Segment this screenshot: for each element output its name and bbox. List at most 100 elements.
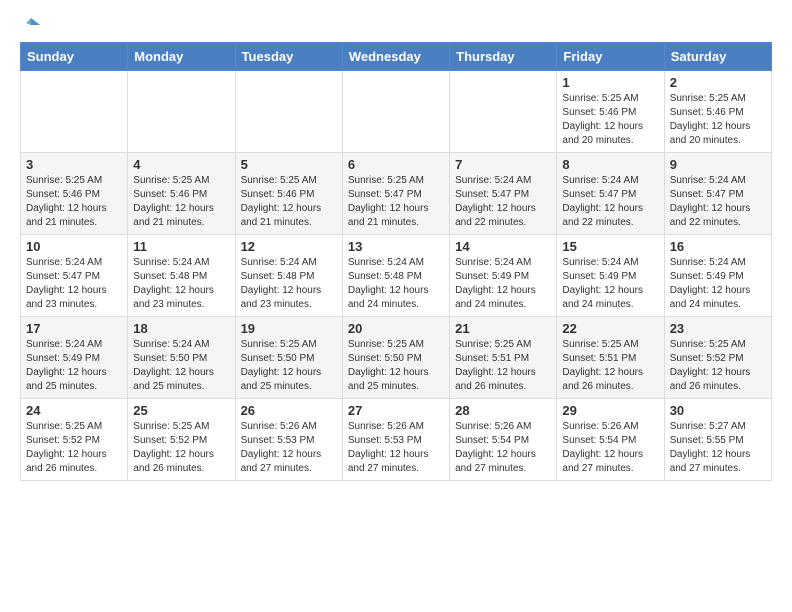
day-cell-26: 26Sunrise: 5:26 AMSunset: 5:53 PMDayligh… <box>235 399 342 481</box>
week-row-3: 10 Sunrise: 5:24 AMSunset: 5:47 PMDayligh… <box>21 235 772 317</box>
day-cell-10: 10 Sunrise: 5:24 AMSunset: 5:47 PMDayligh… <box>21 235 128 317</box>
day-number: 12 <box>241 239 337 254</box>
col-header-tuesday: Tuesday <box>235 43 342 71</box>
week-row-5: 24 Sunrise: 5:25 AMSunset: 5:52 PMDayligh… <box>21 399 772 481</box>
day-info: Sunrise: 5:25 AMSunset: 5:46 PMDaylight:… <box>26 174 122 230</box>
day-info: Sunrise: 5:25 AMSunset: 5:50 PMDaylight:… <box>241 338 337 394</box>
calendar-table: SundayMondayTuesdayWednesdayThursdayFrid… <box>20 42 772 481</box>
day-cell-6: 6Sunrise: 5:25 AMSunset: 5:47 PMDaylight… <box>342 153 449 235</box>
empty-cell <box>21 71 128 153</box>
day-cell-20: 20 Sunrise: 5:25 AMSunset: 5:50 PMDayligh… <box>342 317 449 399</box>
day-info: Sunrise: 5:27 AMSunset: 5:55 PMDaylight:… <box>670 420 766 476</box>
page: SundayMondayTuesdayWednesdayThursdayFrid… <box>0 0 792 501</box>
day-info: Sunrise: 5:24 AMSunset: 5:47 PMDaylight:… <box>455 174 551 230</box>
day-cell-5: 5 Sunrise: 5:25 AMSunset: 5:46 PMDaylight… <box>235 153 342 235</box>
logo-bird-icon <box>22 16 40 34</box>
col-header-monday: Monday <box>128 43 235 71</box>
day-info: Sunrise: 5:25 AMSunset: 5:52 PMDaylight:… <box>670 338 766 394</box>
day-cell-21: 21 Sunrise: 5:25 AMSunset: 5:51 PMDayligh… <box>450 317 557 399</box>
day-info: Sunrise: 5:26 AMSunset: 5:54 PMDaylight:… <box>455 420 551 476</box>
day-info: Sunrise: 5:25 AMSunset: 5:51 PMDaylight:… <box>562 338 658 394</box>
day-number: 24 <box>26 403 122 418</box>
day-number: 29 <box>562 403 658 418</box>
day-number: 3 <box>26 157 122 172</box>
day-info: Sunrise: 5:26 AMSunset: 5:53 PMDaylight:… <box>348 420 444 476</box>
day-info: Sunrise: 5:24 AMSunset: 5:49 PMDaylight:… <box>455 256 551 312</box>
day-info: Sunrise: 5:24 AMSunset: 5:50 PMDaylight:… <box>133 338 229 394</box>
day-info: Sunrise: 5:25 AMSunset: 5:46 PMDaylight:… <box>241 174 337 230</box>
day-number: 21 <box>455 321 551 336</box>
day-number: 13 <box>348 239 444 254</box>
day-number: 20 <box>348 321 444 336</box>
day-info: Sunrise: 5:25 AMSunset: 5:47 PMDaylight:… <box>348 174 444 230</box>
day-info: Sunrise: 5:24 AMSunset: 5:49 PMDaylight:… <box>670 256 766 312</box>
day-number: 8 <box>562 157 658 172</box>
day-info: Sunrise: 5:24 AMSunset: 5:48 PMDaylight:… <box>133 256 229 312</box>
col-header-saturday: Saturday <box>664 43 771 71</box>
empty-cell <box>235 71 342 153</box>
day-cell-13: 13 Sunrise: 5:24 AMSunset: 5:48 PMDayligh… <box>342 235 449 317</box>
day-number: 16 <box>670 239 766 254</box>
day-cell-16: 16 Sunrise: 5:24 AMSunset: 5:49 PMDayligh… <box>664 235 771 317</box>
day-number: 11 <box>133 239 229 254</box>
day-cell-22: 22 Sunrise: 5:25 AMSunset: 5:51 PMDayligh… <box>557 317 664 399</box>
day-info: Sunrise: 5:25 AMSunset: 5:46 PMDaylight:… <box>562 92 658 148</box>
day-number: 26 <box>241 403 337 418</box>
day-number: 5 <box>241 157 337 172</box>
day-cell-4: 4 Sunrise: 5:25 AMSunset: 5:46 PMDaylight… <box>128 153 235 235</box>
day-number: 7 <box>455 157 551 172</box>
header <box>20 16 772 30</box>
day-number: 10 <box>26 239 122 254</box>
day-number: 4 <box>133 157 229 172</box>
day-cell-15: 15 Sunrise: 5:24 AMSunset: 5:49 PMDayligh… <box>557 235 664 317</box>
day-cell-8: 8 Sunrise: 5:24 AMSunset: 5:47 PMDaylight… <box>557 153 664 235</box>
day-cell-2: 2Sunrise: 5:25 AMSunset: 5:46 PMDaylight… <box>664 71 771 153</box>
day-cell-27: 27 Sunrise: 5:26 AMSunset: 5:53 PMDayligh… <box>342 399 449 481</box>
day-number: 17 <box>26 321 122 336</box>
day-number: 23 <box>670 321 766 336</box>
day-cell-17: 17 Sunrise: 5:24 AMSunset: 5:49 PMDayligh… <box>21 317 128 399</box>
week-row-4: 17 Sunrise: 5:24 AMSunset: 5:49 PMDayligh… <box>21 317 772 399</box>
day-cell-24: 24 Sunrise: 5:25 AMSunset: 5:52 PMDayligh… <box>21 399 128 481</box>
day-number: 18 <box>133 321 229 336</box>
col-header-thursday: Thursday <box>450 43 557 71</box>
day-number: 9 <box>670 157 766 172</box>
day-cell-1: 1Sunrise: 5:25 AMSunset: 5:46 PMDaylight… <box>557 71 664 153</box>
week-row-1: 1Sunrise: 5:25 AMSunset: 5:46 PMDaylight… <box>21 71 772 153</box>
day-info: Sunrise: 5:24 AMSunset: 5:47 PMDaylight:… <box>26 256 122 312</box>
day-number: 27 <box>348 403 444 418</box>
day-cell-19: 19 Sunrise: 5:25 AMSunset: 5:50 PMDayligh… <box>235 317 342 399</box>
empty-cell <box>128 71 235 153</box>
day-info: Sunrise: 5:24 AMSunset: 5:49 PMDaylight:… <box>562 256 658 312</box>
day-cell-11: 11 Sunrise: 5:24 AMSunset: 5:48 PMDayligh… <box>128 235 235 317</box>
day-info: Sunrise: 5:25 AMSunset: 5:51 PMDaylight:… <box>455 338 551 394</box>
day-number: 15 <box>562 239 658 254</box>
day-info: Sunrise: 5:24 AMSunset: 5:48 PMDaylight:… <box>348 256 444 312</box>
day-number: 19 <box>241 321 337 336</box>
day-info: Sunrise: 5:24 AMSunset: 5:49 PMDaylight:… <box>26 338 122 394</box>
day-number: 28 <box>455 403 551 418</box>
day-info: Sunrise: 5:25 AMSunset: 5:52 PMDaylight:… <box>26 420 122 476</box>
day-number: 30 <box>670 403 766 418</box>
day-info: Sunrise: 5:25 AMSunset: 5:50 PMDaylight:… <box>348 338 444 394</box>
col-header-friday: Friday <box>557 43 664 71</box>
day-cell-14: 14 Sunrise: 5:24 AMSunset: 5:49 PMDayligh… <box>450 235 557 317</box>
day-cell-29: 29Sunrise: 5:26 AMSunset: 5:54 PMDayligh… <box>557 399 664 481</box>
empty-cell <box>450 71 557 153</box>
day-cell-30: 30 Sunrise: 5:27 AMSunset: 5:55 PMDayligh… <box>664 399 771 481</box>
day-number: 22 <box>562 321 658 336</box>
col-header-sunday: Sunday <box>21 43 128 71</box>
day-cell-18: 18 Sunrise: 5:24 AMSunset: 5:50 PMDayligh… <box>128 317 235 399</box>
week-row-2: 3 Sunrise: 5:25 AMSunset: 5:46 PMDaylight… <box>21 153 772 235</box>
day-cell-7: 7 Sunrise: 5:24 AMSunset: 5:47 PMDaylight… <box>450 153 557 235</box>
day-info: Sunrise: 5:25 AMSunset: 5:46 PMDaylight:… <box>133 174 229 230</box>
day-cell-12: 12Sunrise: 5:24 AMSunset: 5:48 PMDayligh… <box>235 235 342 317</box>
day-number: 25 <box>133 403 229 418</box>
day-cell-9: 9Sunrise: 5:24 AMSunset: 5:47 PMDaylight… <box>664 153 771 235</box>
day-cell-3: 3 Sunrise: 5:25 AMSunset: 5:46 PMDaylight… <box>21 153 128 235</box>
day-cell-28: 28 Sunrise: 5:26 AMSunset: 5:54 PMDayligh… <box>450 399 557 481</box>
day-info: Sunrise: 5:25 AMSunset: 5:46 PMDaylight:… <box>670 92 766 148</box>
day-info: Sunrise: 5:24 AMSunset: 5:47 PMDaylight:… <box>562 174 658 230</box>
day-number: 14 <box>455 239 551 254</box>
calendar-header-row: SundayMondayTuesdayWednesdayThursdayFrid… <box>21 43 772 71</box>
